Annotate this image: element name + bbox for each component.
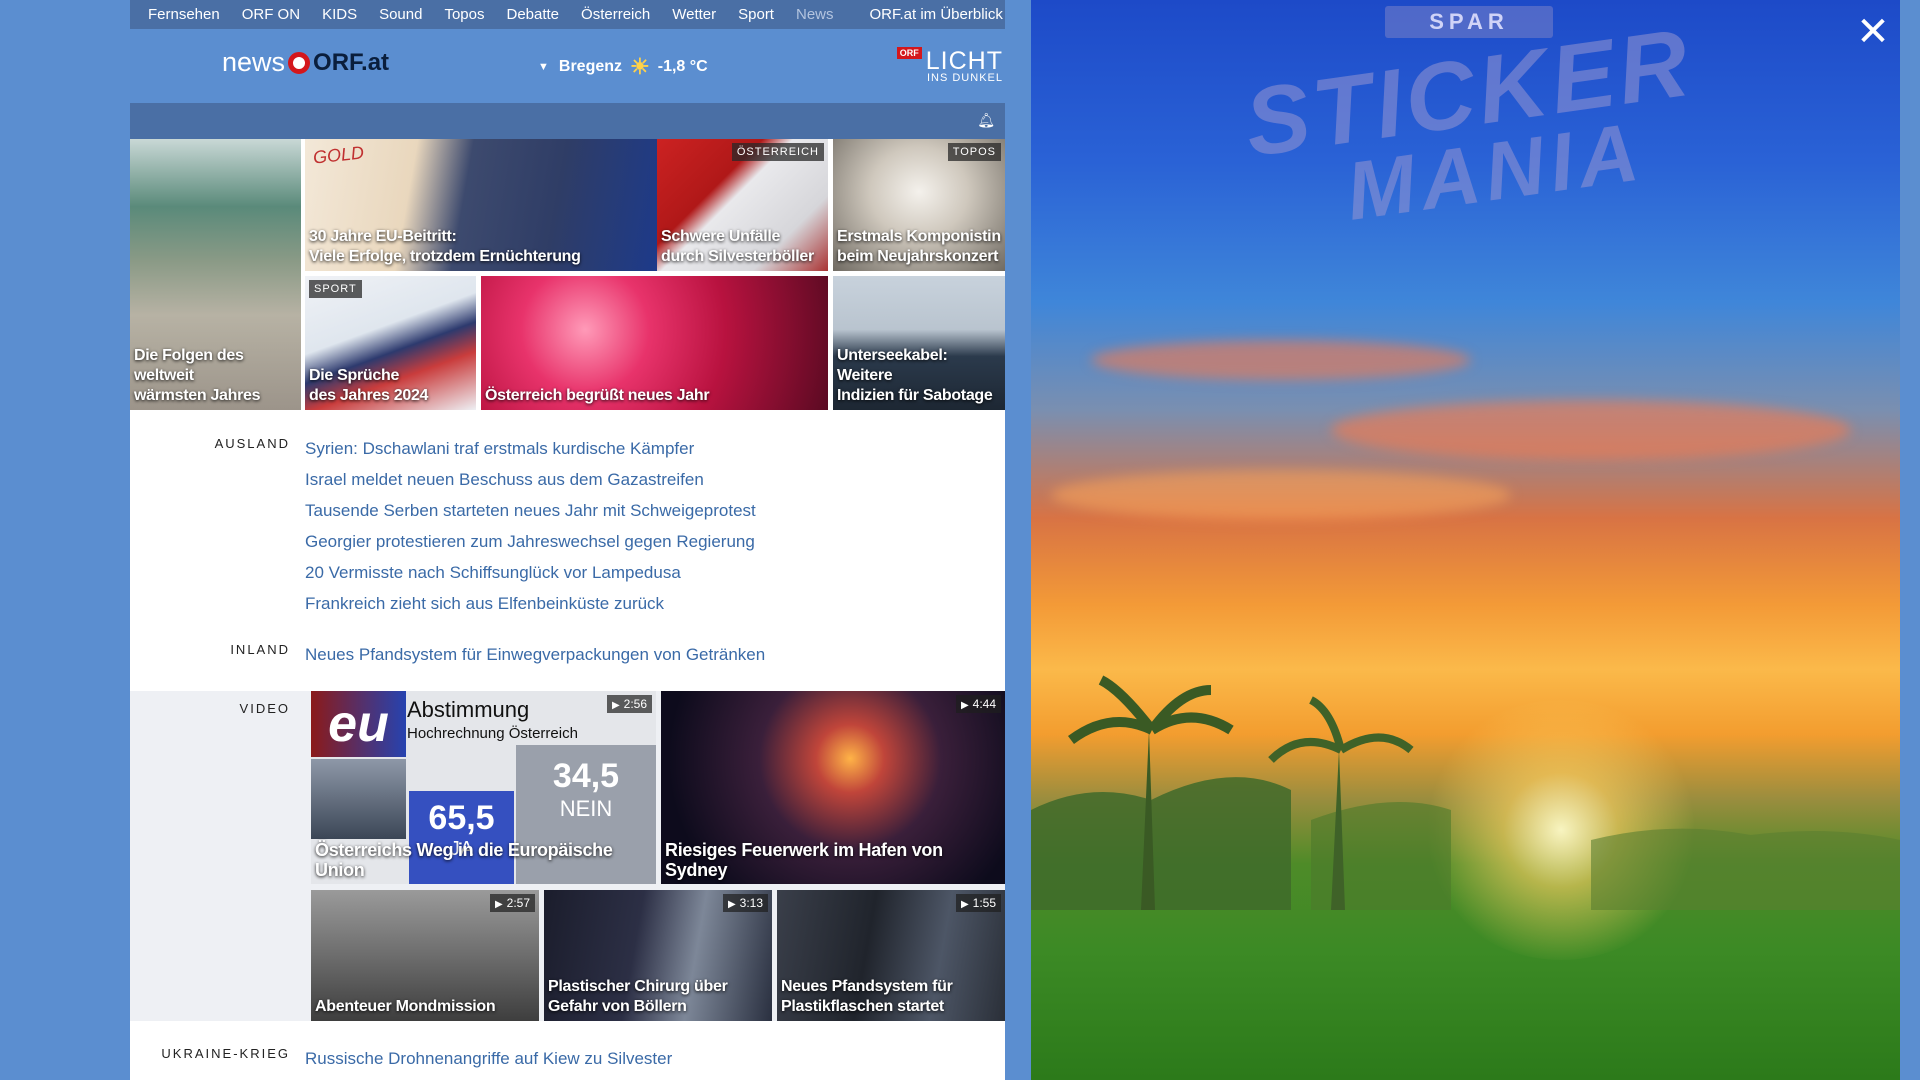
sun-icon: ☀ bbox=[630, 54, 650, 79]
sign-decoration: GOLD bbox=[312, 142, 365, 168]
video-eu-weg[interactable]: eu Abstimmung Hochrechnung Österreich 65… bbox=[311, 691, 656, 884]
news-link[interactable]: Frankreich zieht sich aus Elfenbeinküste… bbox=[305, 588, 756, 619]
section-label-ausland: AUSLAND bbox=[214, 436, 290, 451]
licht-title: LICHT bbox=[925, 47, 1003, 75]
video-caption: Österreichs Weg in die Europäische Union bbox=[315, 840, 613, 880]
nav-news[interactable]: News bbox=[785, 6, 845, 23]
video-caption: Riesiges Feuerwerk im Hafen von Sydney bbox=[665, 840, 943, 880]
video-duration: 2:57 bbox=[489, 894, 535, 912]
teaser-caption: Schwere Unfälle durch Silvesterböller bbox=[661, 228, 814, 265]
sticker-mania-logo: STICKER MANIA bbox=[1238, 9, 1699, 278]
palm-trees-silhouette bbox=[1031, 675, 1900, 910]
cloud-decoration bbox=[1331, 400, 1851, 460]
nav-debatte[interactable]: Debatte bbox=[495, 6, 570, 23]
teaser-schwere-unfaelle[interactable]: ÖSTERREICH Schwere Unfälle durch Silvest… bbox=[657, 139, 828, 271]
teaser-sprueche[interactable]: SPORT Die Sprüche des Jahres 2024 bbox=[305, 276, 476, 410]
orf-eye-icon bbox=[288, 51, 311, 74]
news-orf-logo[interactable]: news ORF.at bbox=[222, 47, 389, 78]
nav-fernsehen[interactable]: Fernsehen bbox=[130, 6, 231, 23]
notification-bar: 🔔︎ bbox=[130, 103, 1005, 139]
top-navigation: Fernsehen ORF ON KIDS Sound Topos Debatt… bbox=[130, 0, 1005, 29]
nav-sound[interactable]: Sound bbox=[368, 6, 433, 23]
video-mondmission[interactable]: 2:57 Abenteuer Mondmission bbox=[311, 890, 539, 1021]
teaser-eu-beitritt[interactable]: GOLD 30 Jahre EU-Beitritt: Viele Erfolge… bbox=[305, 139, 658, 271]
category-tag: ÖSTERREICH bbox=[731, 143, 824, 161]
ukraine-link-list: Russische Drohnenangriffe auf Kiew zu Si… bbox=[305, 1043, 672, 1074]
section-ausland: AUSLAND bbox=[130, 436, 290, 456]
nav-wetter[interactable]: Wetter bbox=[661, 6, 727, 23]
teaser-klima[interactable]: Die Folgen des weltweit wärmsten Jahres bbox=[130, 139, 301, 410]
news-link[interactable]: Neues Pfandsystem für Einwegverpackungen… bbox=[305, 639, 765, 670]
teaser-seekabel[interactable]: Unterseekabel: Weitere Indizien für Sabo… bbox=[833, 276, 1005, 410]
inland-link-list: Neues Pfandsystem für Einwegverpackungen… bbox=[305, 639, 765, 670]
news-link[interactable]: Israel meldet neuen Beschuss aus dem Gaz… bbox=[305, 464, 756, 495]
video-duration: 1:55 bbox=[955, 894, 1001, 912]
nav-oesterreich[interactable]: Österreich bbox=[570, 6, 661, 23]
video-duration: 3:13 bbox=[722, 894, 768, 912]
nav-sport[interactable]: Sport bbox=[727, 6, 785, 23]
section-label-ukraine: UKRAINE-KRIEG bbox=[161, 1046, 290, 1061]
logo-orf-text: ORF.at bbox=[313, 48, 390, 76]
news-link[interactable]: Syrien: Dschawlani traf erstmals kurdisc… bbox=[305, 433, 756, 464]
category-tag: SPORT bbox=[309, 280, 362, 298]
teaser-caption: 30 Jahre EU-Beitritt: Viele Erfolge, tro… bbox=[309, 228, 581, 265]
nav-topos[interactable]: Topos bbox=[433, 6, 495, 23]
ja-value: 65,5 bbox=[428, 799, 495, 837]
section-label-video: VIDEO bbox=[239, 701, 290, 716]
nav-kids[interactable]: KIDS bbox=[311, 6, 368, 23]
overlay-title: Abstimmung bbox=[407, 697, 530, 722]
category-tag: TOPOS bbox=[947, 143, 1001, 161]
teaser-caption: Die Folgen des weltweit wärmsten Jahres bbox=[134, 347, 261, 404]
teaser-caption: Die Sprüche des Jahres 2024 bbox=[309, 367, 429, 404]
video-caption: Neues Pfandsystem für Plastikflaschen st… bbox=[781, 978, 953, 1015]
teaser-caption: Österreich begrüßt neues Jahr bbox=[485, 387, 710, 404]
section-label-inland: INLAND bbox=[230, 642, 290, 657]
nein-value: 34,5 bbox=[552, 757, 620, 795]
close-icon[interactable]: ✕ bbox=[1851, 10, 1895, 54]
video-plastischer-chirurg[interactable]: 3:13 Plastischer Chirurg über Gefahr von… bbox=[544, 890, 772, 1021]
section-video: VIDEO bbox=[130, 701, 290, 721]
overlay-subtitle: Hochrechnung Österreich bbox=[407, 725, 578, 742]
weather-widget[interactable]: ▼ Bregenz ☀ -1,8 °C bbox=[538, 54, 708, 80]
video-caption: Plastischer Chirurg über Gefahr von Böll… bbox=[548, 978, 728, 1015]
nein-label: NEIN bbox=[559, 796, 613, 821]
teaser-komponistin[interactable]: TOPOS Erstmals Komponistin beim Neujahrs… bbox=[833, 139, 1005, 271]
speaker-image bbox=[311, 759, 406, 839]
logo-news-text: news bbox=[222, 47, 286, 77]
orf-badge: ORF bbox=[896, 47, 922, 59]
section-inland: INLAND bbox=[130, 642, 290, 662]
video-caption: Abenteuer Mondmission bbox=[315, 998, 496, 1015]
weather-city: Bregenz bbox=[558, 58, 623, 75]
ausland-link-list: Syrien: Dschawlani traf erstmals kurdisc… bbox=[305, 433, 756, 619]
section-ukraine: UKRAINE-KRIEG bbox=[130, 1046, 290, 1066]
licht-subtitle: INS DUNKEL bbox=[926, 72, 1003, 84]
video-pfandsystem[interactable]: 1:55 Neues Pfandsystem für Plastikflasch… bbox=[777, 890, 1005, 1021]
advertisement-sticker-mania[interactable]: SPAR STICKER MANIA ✕ bbox=[1031, 0, 1900, 1080]
cloud-decoration bbox=[1051, 470, 1511, 520]
bell-icon[interactable]: 🔔︎ bbox=[977, 112, 995, 129]
cloud-decoration bbox=[1091, 340, 1471, 380]
news-link[interactable]: Georgier protestieren zum Jahreswechsel … bbox=[305, 526, 756, 557]
teaser-neujahr[interactable]: Österreich begrüßt neues Jahr bbox=[481, 276, 828, 410]
dropdown-triangle-icon: ▼ bbox=[538, 61, 549, 73]
main-content: GOLD 30 Jahre EU-Beitritt: Viele Erfolge… bbox=[130, 139, 1005, 1080]
teaser-caption: Erstmals Komponistin beim Neujahrskonzer… bbox=[837, 228, 1001, 265]
video-duration: 2:56 bbox=[606, 695, 652, 713]
news-link[interactable]: Tausende Serben starteten neues Jahr mit… bbox=[305, 495, 756, 526]
eu-logo: eu bbox=[311, 691, 406, 757]
nav-overview[interactable]: ORF.at im Überblick bbox=[859, 6, 1014, 23]
weather-temperature: -1,8 °C bbox=[657, 58, 708, 75]
nav-orf-on[interactable]: ORF ON bbox=[231, 6, 311, 23]
video-feuerwerk-sydney[interactable]: 4:44 Riesiges Feuerwerk im Hafen von Syd… bbox=[661, 691, 1005, 884]
teaser-caption: Unterseekabel: Weitere Indizien für Sabo… bbox=[837, 347, 993, 404]
licht-ins-dunkel-logo[interactable]: ORF LICHT INS DUNKEL bbox=[896, 47, 1003, 84]
video-duration: 4:44 bbox=[955, 695, 1001, 713]
news-link[interactable]: 20 Vermisste nach Schiffsunglück vor Lam… bbox=[305, 557, 756, 588]
news-link[interactable]: Russische Drohnenangriffe auf Kiew zu Si… bbox=[305, 1043, 672, 1074]
site-header: news ORF.at ▼ Bregenz ☀ -1,8 °C ORF LICHT… bbox=[130, 29, 1005, 103]
